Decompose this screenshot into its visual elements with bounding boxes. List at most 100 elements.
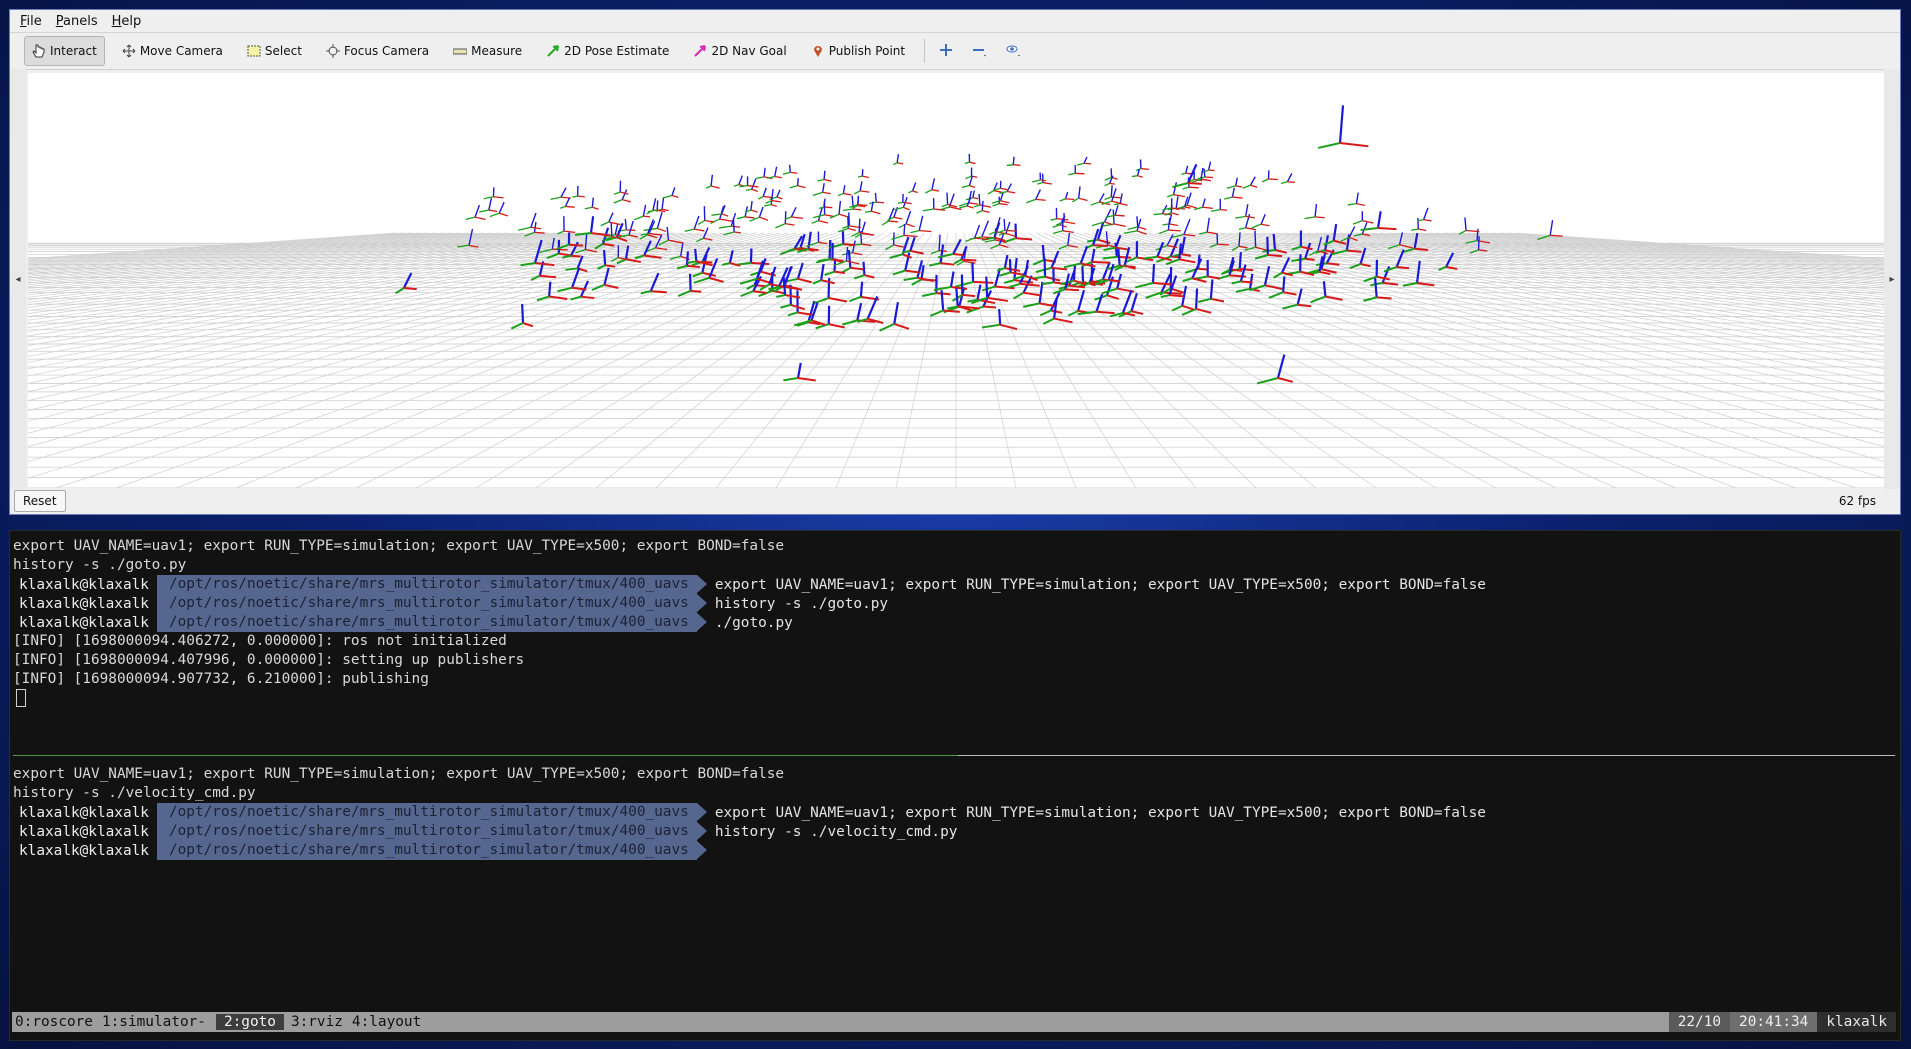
x-axis: [1245, 215, 1255, 219]
x-axis: [1287, 181, 1295, 183]
x-axis: [961, 258, 977, 262]
x-axis: [622, 198, 632, 203]
pose-estimate-tool-button[interactable]: 2D Pose Estimate: [539, 37, 676, 65]
add-tool-button[interactable]: [935, 40, 957, 62]
tmux-window-tab[interactable]: 3:rviz: [288, 1014, 349, 1030]
y-axis: [1202, 169, 1209, 174]
y-axis: [954, 280, 974, 288]
z-axis: [974, 224, 981, 239]
menu-bar: File Panels Help: [10, 10, 1900, 33]
x-axis: [608, 221, 621, 226]
x-axis: [731, 225, 741, 228]
x-axis: [1108, 279, 1121, 283]
y-axis: [961, 184, 970, 189]
uav-axis-frame: [722, 250, 741, 267]
z-axis: [978, 193, 981, 205]
focus-camera-tool-button[interactable]: Focus Camera: [319, 37, 436, 65]
y-axis: [1181, 172, 1186, 175]
x-axis: [671, 194, 679, 198]
x-axis: [903, 206, 910, 211]
y-axis: [1068, 172, 1076, 176]
z-axis: [896, 154, 900, 163]
y-axis: [489, 212, 500, 218]
z-axis: [610, 222, 613, 237]
uav-axis-frame: [817, 170, 832, 182]
uav-axis-frame: [941, 192, 958, 208]
uav-axis-frame: [600, 212, 621, 227]
y-axis: [1280, 181, 1288, 185]
z-axis: [1338, 105, 1345, 144]
measure-tool-button[interactable]: Measure: [446, 37, 529, 65]
terminal-pane-velocity[interactable]: export UAV_NAME=uav1; export RUN_TYPE=si…: [10, 765, 1900, 860]
x-axis: [1053, 317, 1073, 324]
y-axis: [1090, 201, 1100, 206]
y-axis: [740, 290, 754, 298]
x-axis: [1346, 249, 1362, 253]
x-axis: [936, 292, 951, 296]
menu-file[interactable]: File: [20, 14, 42, 29]
left-panel-toggle[interactable]: ◂: [10, 69, 26, 489]
x-axis: [650, 290, 667, 294]
y-axis: [718, 225, 732, 229]
grid-line: [28, 232, 709, 341]
z-axis: [710, 174, 714, 187]
x-axis: [983, 305, 997, 309]
x-axis: [1181, 304, 1194, 311]
tmux-window-tab[interactable]: 4:layout: [349, 1014, 427, 1030]
uav-axis-frame: [1006, 156, 1021, 167]
menu-help[interactable]: Help: [112, 14, 142, 29]
toolbar-separator: [924, 39, 926, 63]
z-axis: [1041, 244, 1046, 261]
x-axis: [1115, 214, 1125, 217]
publish-point-tool-button[interactable]: Publish Point: [804, 37, 912, 65]
nav-goal-tool-button[interactable]: 2D Nav Goal: [686, 37, 793, 65]
reset-button[interactable]: Reset: [14, 490, 66, 512]
view-options-button[interactable]: [1003, 40, 1025, 62]
chevron-right-icon: ▸: [1889, 273, 1895, 285]
x-axis: [912, 190, 918, 194]
z-axis: [1081, 265, 1085, 282]
select-tool-button[interactable]: Select: [240, 37, 309, 65]
interact-tool-button[interactable]: Interact: [24, 36, 105, 66]
rviz-window: File Panels Help Interact Move Camera Se…: [9, 9, 1901, 515]
y-axis: [941, 203, 948, 208]
z-axis: [762, 187, 767, 197]
right-panel-toggle[interactable]: ▸: [1884, 69, 1900, 489]
y-axis: [1282, 303, 1298, 310]
move-camera-tool-button[interactable]: Move Camera: [115, 37, 230, 65]
remove-tool-button[interactable]: [969, 40, 991, 62]
x-axis: [843, 192, 852, 196]
uav-axis-frame: [613, 189, 632, 204]
uav-axis-frame: [897, 193, 912, 205]
prompt-command: ./goto.py: [714, 614, 793, 631]
z-axis: [1110, 185, 1113, 198]
x-axis: [919, 229, 932, 233]
z-axis: [858, 218, 861, 233]
x-axis: [1220, 208, 1228, 211]
x-axis: [853, 208, 862, 211]
terminal-pane-goto[interactable]: export UAV_NAME=uav1; export RUN_TYPE=si…: [10, 537, 1900, 708]
pane-divider[interactable]: [13, 755, 1895, 756]
grid-line: [1003, 232, 1317, 488]
minus-icon: [972, 43, 988, 60]
measure-tool-label: Measure: [471, 44, 523, 58]
tmux-clock: 20:41:34: [1730, 1012, 1818, 1032]
tmux-window-tab-current[interactable]: 2:goto: [215, 1014, 284, 1030]
menu-panels[interactable]: Panels: [56, 14, 98, 29]
3d-viewport[interactable]: [28, 73, 1884, 488]
z-axis: [1202, 198, 1206, 208]
z-axis: [949, 271, 955, 288]
y-axis: [1224, 196, 1233, 200]
z-axis: [1206, 217, 1210, 233]
x-axis: [577, 195, 585, 198]
y-axis: [842, 208, 854, 212]
terminal-window[interactable]: export UAV_NAME=uav1; export RUN_TYPE=si…: [9, 530, 1901, 1041]
y-axis: [925, 189, 933, 194]
tmux-window-tab[interactable]: 1:simulator-: [99, 1014, 212, 1030]
uav-axis-frame: [749, 206, 769, 222]
grid-line: [1307, 232, 1884, 298]
x-axis: [719, 218, 734, 223]
tmux-window-tab[interactable]: 0:roscore: [12, 1014, 99, 1030]
uav-axis-frame: [684, 215, 705, 233]
y-axis: [984, 239, 996, 243]
